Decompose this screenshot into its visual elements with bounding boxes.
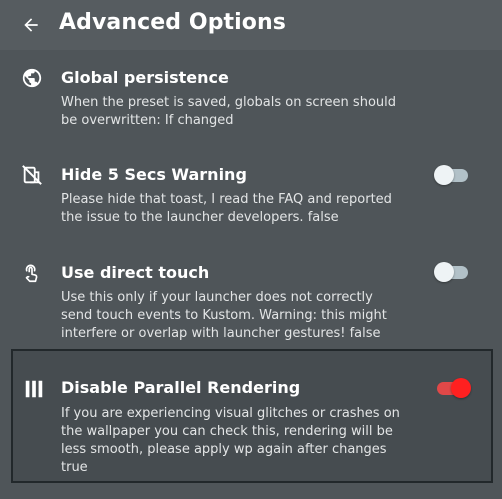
advanced-options-screen: Advanced Options Global persistence When… <box>0 0 502 499</box>
disable-parallel-rendering-toggle[interactable] <box>435 377 471 399</box>
direct-touch-toggle[interactable] <box>434 261 470 283</box>
hide-warning-toggle[interactable] <box>434 164 470 186</box>
setting-hide-warning[interactable]: Hide 5 Secs Warning Please hide that toa… <box>0 158 502 236</box>
touch-icon <box>20 261 44 285</box>
setting-description: Use this only if your launcher does not … <box>61 290 387 341</box>
toggle-thumb <box>434 262 454 282</box>
toggle-thumb <box>434 165 454 185</box>
setting-description: Please hide that toast, I read the FAQ a… <box>61 192 392 225</box>
setting-title: Hide 5 Secs Warning <box>61 165 247 184</box>
setting-title: Global persistence <box>61 68 229 87</box>
page-title: Advanced Options <box>59 10 286 35</box>
arrow-back-icon <box>24 18 38 32</box>
setting-description: If you are experiencing visual glitches … <box>61 406 400 475</box>
setting-description: When the preset is saved, globals on scr… <box>61 95 396 128</box>
globe-icon <box>20 66 44 90</box>
setting-disable-parallel-rendering[interactable]: Disable Parallel Rendering If you are ex… <box>11 349 493 483</box>
setting-title: Use direct touch <box>61 263 210 282</box>
setting-direct-touch[interactable]: Use direct touch Use this only if your l… <box>0 253 502 345</box>
toggle-thumb <box>451 378 471 398</box>
no-notifications-icon <box>20 163 44 187</box>
back-button[interactable] <box>14 8 48 42</box>
setting-global-persistence[interactable]: Global persistence When the preset is sa… <box>0 60 502 138</box>
setting-title: Disable Parallel Rendering <box>61 378 301 397</box>
parallel-bars-icon <box>22 377 46 401</box>
app-bar: Advanced Options <box>0 0 502 50</box>
